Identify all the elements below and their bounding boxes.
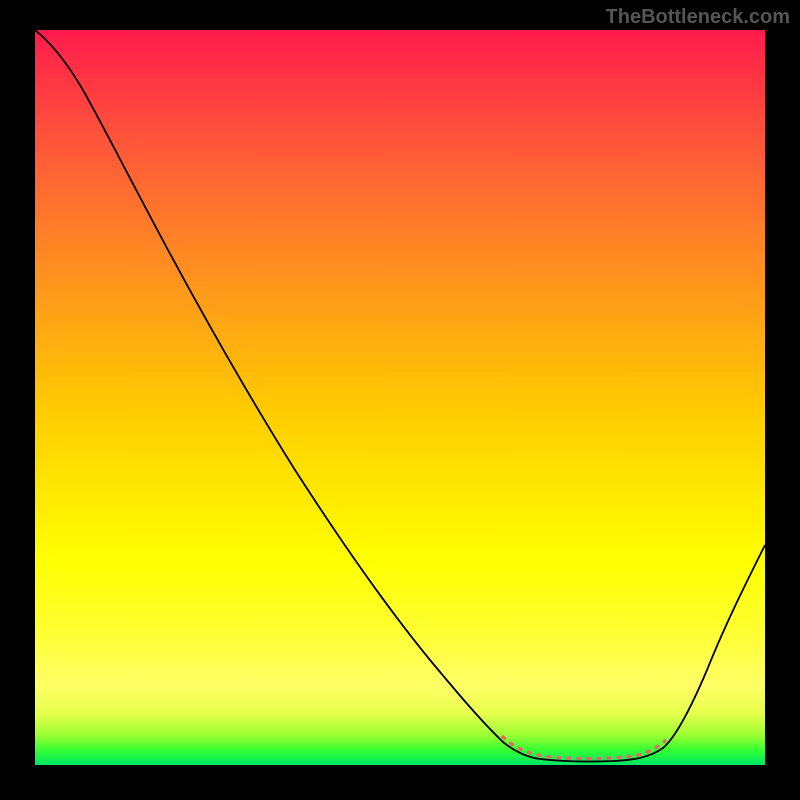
chart-svg [35, 30, 765, 765]
chart-plot-area [35, 30, 765, 765]
bottleneck-curve-line [35, 30, 765, 762]
watermark-text: TheBottleneck.com [606, 6, 790, 29]
